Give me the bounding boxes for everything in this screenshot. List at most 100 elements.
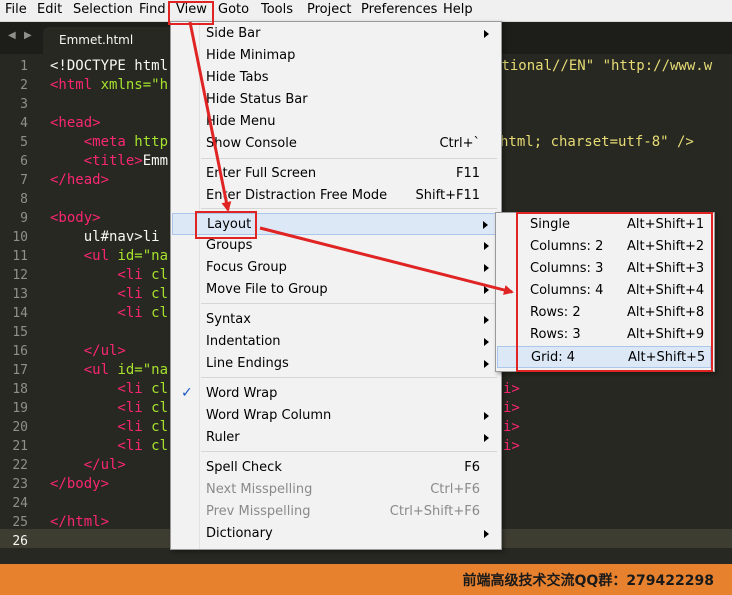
code-line-9: <body> bbox=[50, 210, 101, 226]
line-number: 22 bbox=[12, 458, 28, 473]
code-line-11: <ul id="na bbox=[50, 248, 169, 264]
line-number: 25 bbox=[12, 515, 28, 530]
view-menu-item-enter-full-screen[interactable]: Enter Full Screen F11 bbox=[172, 163, 498, 185]
code-line-5: <meta http html; charset=utf-8" /> bbox=[50, 134, 694, 150]
code-line-14: <li cl bbox=[50, 305, 169, 321]
view-menu-item-word-wrap[interactable]: ✓ Word Wrap bbox=[172, 383, 498, 405]
menu-goto[interactable]: Goto bbox=[218, 0, 249, 21]
menu-item-label: Groups bbox=[206, 238, 253, 253]
line-number: 16 bbox=[12, 344, 28, 359]
line-number: 12 bbox=[12, 268, 28, 283]
menu-item-shortcut: Ctrl+` bbox=[439, 136, 480, 151]
line-number: 6 bbox=[20, 154, 28, 169]
menu-item-label: Enter Distraction Free Mode bbox=[206, 188, 388, 203]
menubar: File Edit Selection Find View Goto Tools… bbox=[0, 0, 732, 22]
code-line-19: <li cl i> bbox=[50, 400, 520, 416]
menu-item-label: Syntax bbox=[206, 312, 251, 327]
submenu-arrow-icon bbox=[484, 360, 489, 368]
submenu-arrow-icon bbox=[484, 30, 489, 38]
menu-item-label: Hide Menu bbox=[206, 114, 276, 129]
menu-file[interactable]: File bbox=[5, 0, 27, 21]
menu-project[interactable]: Project bbox=[307, 0, 351, 21]
view-menu-item-line-endings[interactable]: Line Endings bbox=[172, 353, 498, 375]
view-menu-item-hide-menu[interactable]: Hide Menu bbox=[172, 111, 498, 133]
menu-item-label: Next Misspelling bbox=[206, 482, 313, 497]
code-line-10: ul#nav>li bbox=[50, 229, 160, 245]
view-menu-item-next-misspelling: Next Misspelling Ctrl+F6 bbox=[172, 479, 498, 501]
menu-item-label: Hide Tabs bbox=[206, 70, 269, 85]
code-line-21: <li cl i> bbox=[50, 438, 520, 454]
view-menu-item-syntax[interactable]: Syntax bbox=[172, 309, 498, 331]
menu-help[interactable]: Help bbox=[443, 0, 473, 21]
view-menu-item-ruler[interactable]: Ruler bbox=[172, 427, 498, 449]
submenu-arrow-icon bbox=[484, 412, 489, 420]
menu-find[interactable]: Find bbox=[139, 0, 166, 21]
menu-item-shortcut: Ctrl+F6 bbox=[430, 482, 480, 497]
menu-item-label: Indentation bbox=[206, 334, 281, 349]
menu-edit[interactable]: Edit bbox=[37, 0, 62, 21]
menu-separator bbox=[201, 451, 497, 452]
menu-item-label: Side Bar bbox=[206, 26, 261, 41]
code-line-23: </body> bbox=[50, 476, 110, 492]
line-number: 3 bbox=[20, 97, 28, 112]
menu-item-shortcut: F11 bbox=[455, 166, 480, 181]
view-menu-item-hide-tabs[interactable]: Hide Tabs bbox=[172, 67, 498, 89]
menu-item-label: Prev Misspelling bbox=[206, 504, 311, 519]
line-number: 10 bbox=[12, 230, 28, 245]
code-line-16: </ul> bbox=[50, 343, 126, 359]
back-icon[interactable]: ◀ bbox=[8, 30, 16, 41]
view-menu-item-prev-misspelling: Prev Misspelling Ctrl+Shift+F6 bbox=[172, 501, 498, 523]
menu-separator bbox=[201, 158, 497, 159]
view-menu-item-indentation[interactable]: Indentation bbox=[172, 331, 498, 353]
view-menu-item-hide-minimap[interactable]: Hide Minimap bbox=[172, 45, 498, 67]
submenu-arrow-icon bbox=[484, 338, 489, 346]
submenu-arrow-icon bbox=[484, 242, 489, 250]
menu-separator bbox=[201, 303, 497, 304]
menu-preferences[interactable]: Preferences bbox=[361, 0, 437, 21]
view-menu-item-move-file-to-group[interactable]: Move File to Group bbox=[172, 279, 498, 301]
line-number: 9 bbox=[20, 211, 28, 226]
line-number: 7 bbox=[20, 173, 28, 188]
line-number: 5 bbox=[20, 135, 28, 150]
view-menu-item-hide-status-bar[interactable]: Hide Status Bar bbox=[172, 89, 498, 111]
line-number: 8 bbox=[20, 192, 28, 207]
line-number-gutter: 1 2 3 4 5 6 7 8 9 10 11 12 13 14 15 16 17 18 19 20 21 22 23 24 2… bbox=[0, 54, 44, 564]
forward-icon[interactable]: ▶ bbox=[24, 30, 32, 41]
menu-item-label: Line Endings bbox=[206, 356, 289, 371]
menu-item-label: Ruler bbox=[206, 430, 240, 445]
menu-item-label: Hide Status Bar bbox=[206, 92, 308, 107]
menu-item-label: Hide Minimap bbox=[206, 48, 296, 63]
annotation-box-layout bbox=[195, 211, 257, 239]
line-number: 26 bbox=[12, 534, 28, 549]
code-line-4: <head> bbox=[50, 115, 101, 131]
code-line-25: </html> bbox=[50, 514, 110, 530]
watermark-text: 前端高级技术交流QQ群：279422298 bbox=[462, 573, 714, 589]
code-line-18: <li cl i> bbox=[50, 381, 520, 397]
menu-separator bbox=[201, 377, 497, 378]
view-menu-dropdown: Side Bar Hide Minimap Hide Tabs Hide Status… bbox=[170, 21, 502, 550]
code-line-13: <li cl bbox=[50, 286, 169, 302]
code-line-2: <html xmlns="h bbox=[50, 77, 169, 93]
view-menu-item-dictionary[interactable]: Dictionary bbox=[172, 523, 498, 545]
menu-item-label: Dictionary bbox=[206, 526, 273, 541]
view-menu-item-spell-check[interactable]: Spell Check F6 bbox=[172, 457, 498, 479]
menu-tools[interactable]: Tools bbox=[261, 0, 293, 21]
code-line-12: <li cl bbox=[50, 267, 169, 283]
submenu-arrow-icon bbox=[484, 286, 489, 294]
menu-item-label: Spell Check bbox=[206, 460, 282, 475]
menu-item-label: Move File to Group bbox=[206, 282, 328, 297]
line-number: 14 bbox=[12, 306, 28, 321]
submenu-arrow-icon bbox=[484, 434, 489, 442]
view-menu-item-word-wrap-column[interactable]: Word Wrap Column bbox=[172, 405, 498, 427]
menu-item-label: Word Wrap Column bbox=[206, 408, 332, 423]
view-menu-item-show-console[interactable]: Show Console Ctrl+` bbox=[172, 133, 498, 155]
menu-selection[interactable]: Selection bbox=[73, 0, 133, 21]
status-bar: 前端高级技术交流QQ群：279422298 bbox=[0, 564, 732, 595]
view-menu-item-side-bar[interactable]: Side Bar bbox=[172, 23, 498, 45]
view-menu-item-enter-distraction-free-mode[interactable]: Enter Distraction Free Mode Shift+F11 bbox=[172, 185, 498, 207]
submenu-arrow-icon bbox=[484, 316, 489, 324]
view-menu-item-focus-group[interactable]: Focus Group bbox=[172, 257, 498, 279]
code-line-17: <ul id="na bbox=[50, 362, 169, 378]
tab-emmet-html[interactable]: Emmet.html bbox=[43, 27, 175, 54]
line-number: 1 bbox=[20, 59, 28, 74]
